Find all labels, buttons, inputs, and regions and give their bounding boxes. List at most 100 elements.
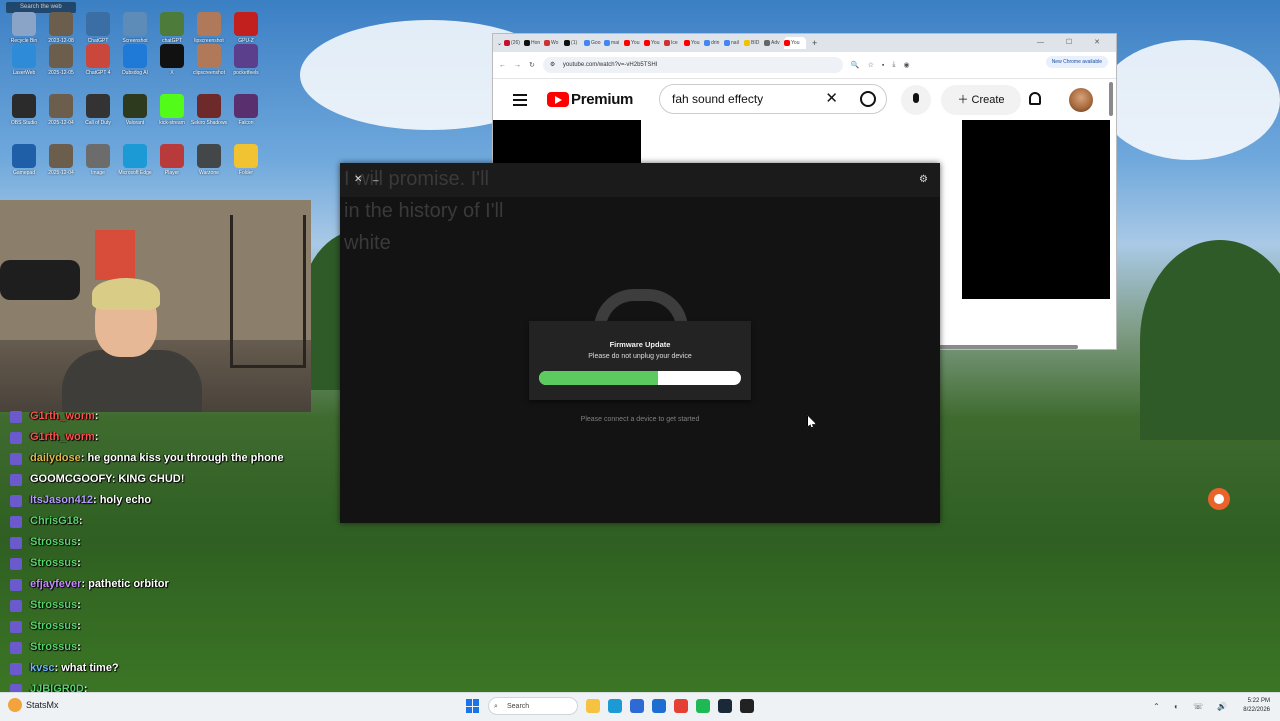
desktop-app-icon: [12, 44, 36, 68]
chat-username[interactable]: Strossus: [30, 536, 77, 548]
browser-tab[interactable]: (1): [564, 37, 582, 49]
new-tab-icon[interactable]: +: [812, 38, 817, 48]
start-button[interactable]: [466, 699, 480, 713]
chrome-icon[interactable]: [674, 699, 688, 713]
browser-tab[interactable]: BID: [744, 37, 762, 49]
weather-label: StatsMx: [26, 700, 59, 710]
tab-label: (26): [511, 40, 520, 46]
desktop-app-icon: [123, 94, 147, 118]
gear-icon[interactable]: ⚙: [919, 174, 928, 185]
download-icon[interactable]: ⤓: [892, 61, 895, 69]
overlay-caption: I will promise. I'll in the history of I'…: [344, 163, 503, 259]
notifications-bell-icon[interactable]: [1029, 92, 1041, 105]
desktop-icon[interactable]: Folder: [224, 144, 268, 190]
youtube-search-input[interactable]: fah sound effecty ✕: [659, 84, 887, 114]
site-info-icon[interactable]: ⚙: [550, 57, 555, 73]
file-explorer-icon[interactable]: [586, 699, 600, 713]
spotify-icon[interactable]: [696, 699, 710, 713]
youtube-logo[interactable]: Premium: [547, 91, 633, 108]
chat-username[interactable]: ChrisG18: [30, 515, 79, 527]
chat-username[interactable]: Strossus: [30, 620, 77, 632]
browser-tab[interactable]: Adv: [764, 37, 782, 49]
back-icon[interactable]: ←: [499, 62, 506, 69]
browser-tab[interactable]: drin: [704, 37, 722, 49]
tab-label: You: [651, 40, 660, 46]
zoom-icon[interactable]: 🔍: [851, 61, 860, 69]
tab-favicon-icon: [784, 40, 791, 46]
app-icon[interactable]: [740, 699, 754, 713]
browser-tab[interactable]: nail: [724, 37, 742, 49]
chat-badge-icon: [10, 411, 22, 423]
chat-username[interactable]: Strossus: [30, 641, 77, 653]
desktop-app-icon: [86, 94, 110, 118]
browser-tab[interactable]: mai: [604, 37, 622, 49]
tab-label: You: [691, 40, 700, 46]
window-controls[interactable]: — ☐ ✕: [1037, 38, 1110, 46]
tab-list-chevron-icon[interactable]: ⌄: [497, 40, 502, 47]
horizontal-scrollbar[interactable]: [938, 345, 1078, 349]
reload-icon[interactable]: ↻: [529, 61, 535, 69]
chat-username[interactable]: GOOMCGOOFY: [30, 473, 112, 485]
chat-username[interactable]: efjayfever: [30, 578, 81, 590]
extensions-icon[interactable]: ▪: [882, 62, 884, 69]
desktop-app-icon: [12, 12, 36, 36]
hamburger-menu-icon[interactable]: [513, 94, 527, 109]
minimize-icon[interactable]: _: [373, 171, 379, 182]
browser-tab[interactable]: You: [644, 37, 662, 49]
chat-username[interactable]: Strossus: [30, 599, 77, 611]
desktop-app-icon: [197, 44, 221, 68]
search-icon[interactable]: [860, 91, 876, 107]
stream-chat: G1rth_worm: G1rth_worm: dailydose: he gonn…: [4, 410, 294, 700]
store-icon[interactable]: [630, 699, 644, 713]
edge-icon[interactable]: [608, 699, 622, 713]
chat-username[interactable]: kvsc: [30, 662, 54, 674]
new-chrome-available-button[interactable]: New Chrome available: [1045, 56, 1108, 68]
desktop-icons: Search the web Recycle Bin 2023-12-08 Chat…: [0, 0, 270, 200]
desktop-icon[interactable]: pocketfeels: [224, 44, 268, 90]
clock[interactable]: 5:22 PM 8/22/2026: [1243, 697, 1270, 715]
video-thumbnail-right[interactable]: [962, 120, 1110, 299]
chat-username[interactable]: dailydose: [30, 452, 81, 464]
forward-icon[interactable]: →: [514, 62, 521, 69]
chat-text: :: [77, 599, 81, 611]
firmware-title: Firmware Update: [609, 340, 671, 349]
tray-icons[interactable]: ⌃ ◐ ☏ 🔊: [1153, 702, 1233, 711]
browser-tab[interactable]: You: [684, 37, 702, 49]
profile-icon[interactable]: ◉: [903, 61, 909, 69]
desktop-icon-label: pocketfeels: [233, 70, 259, 76]
tab-label: nail: [731, 40, 739, 46]
browser-tab[interactable]: Wo: [544, 37, 562, 49]
bookmark-star-icon[interactable]: ☆: [868, 61, 874, 69]
desktop-app-icon: [234, 94, 258, 118]
desktop-app-icon: [234, 44, 258, 68]
browser-tab[interactable]: You: [624, 37, 642, 49]
voice-search-mic-icon[interactable]: [901, 85, 931, 115]
browser-tab[interactable]: Goo: [584, 37, 602, 49]
connect-device-hint: Please connect a device to get started: [580, 416, 700, 423]
tab-favicon-icon: [504, 40, 511, 46]
desktop-app-icon: [197, 94, 221, 118]
firmware-app-window: I will promise. I'll in the history of I'…: [340, 163, 940, 523]
browser-tab[interactable]: You: [784, 37, 807, 49]
clear-search-icon[interactable]: ✕: [825, 85, 838, 113]
mail-icon[interactable]: [652, 699, 666, 713]
avatar[interactable]: [1069, 88, 1093, 112]
chat-username[interactable]: ItsJason412: [30, 494, 93, 506]
weather-widget[interactable]: StatsMx: [8, 698, 59, 712]
tab-favicon-icon: [684, 40, 691, 46]
chat-message: Strossus:: [4, 641, 81, 654]
vertical-scrollbar[interactable]: [1109, 82, 1113, 116]
chat-text: : pathetic orbitor: [81, 578, 169, 590]
chat-username[interactable]: G1rth_worm: [30, 410, 95, 422]
desktop-icon[interactable]: Falcon: [224, 94, 268, 140]
browser-tab[interactable]: (26): [504, 37, 522, 49]
close-icon[interactable]: ✕: [354, 174, 362, 185]
browser-tab[interactable]: Ice: [664, 37, 682, 49]
address-bar[interactable]: ⚙ youtube.com/watch?v=-vH2b5TSHI: [542, 57, 843, 73]
chat-username[interactable]: Strossus: [30, 557, 77, 569]
chat-username[interactable]: G1rth_worm: [30, 431, 95, 443]
browser-tab[interactable]: Hon: [524, 37, 542, 49]
create-button[interactable]: ＋ Create: [941, 85, 1021, 115]
taskbar-search-input[interactable]: ⌕ Search: [488, 697, 578, 715]
steam-icon[interactable]: [718, 699, 732, 713]
